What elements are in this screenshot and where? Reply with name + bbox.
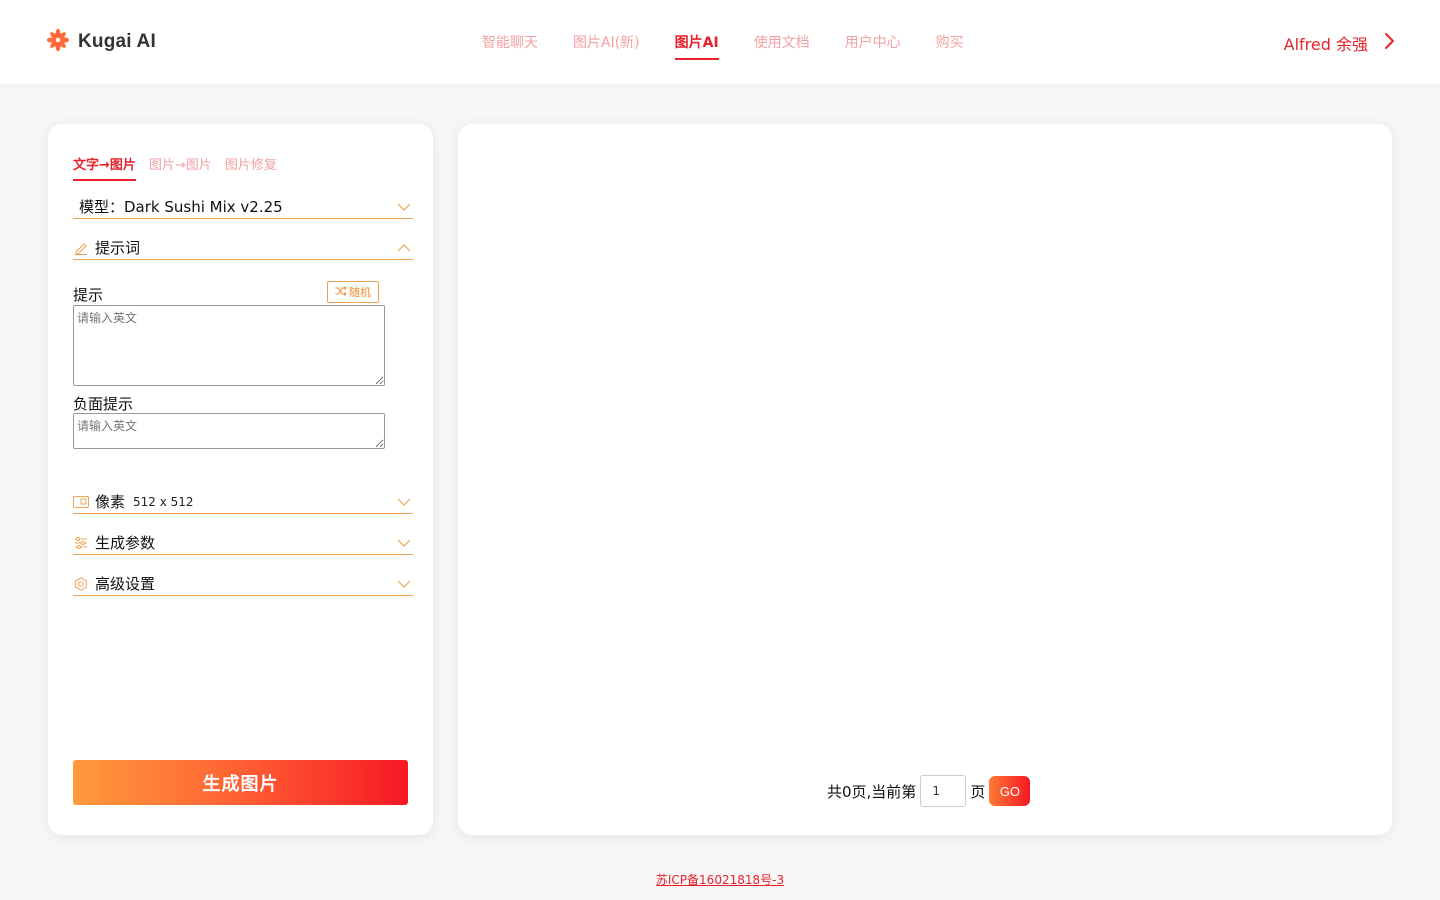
negative-prompt-input[interactable] [73,413,385,449]
prompt-input[interactable] [73,305,385,386]
nav-docs[interactable]: 使用文档 [754,32,810,58]
prompt-label: 提示 [73,286,104,304]
nav-buy[interactable]: 购买 [936,32,964,58]
logo-text: Kugai AI [78,31,156,52]
negative-prompt-label: 负面提示 [73,395,134,413]
nav-image-ai[interactable]: 图片AI [674,32,719,60]
pager-suffix: 页 [970,782,986,801]
random-button-label: 随机 [349,286,371,299]
pagination: 共0页,当前第 页 GO [827,775,1031,807]
user-name: Alfred 余强 [1283,35,1368,54]
gen-params-toggle[interactable]: 生成参数 [73,531,413,555]
chevron-up-icon [397,240,411,254]
image-results-panel: 共0页,当前第 页 GO [458,124,1392,835]
nav-chat[interactable]: 智能聊天 [482,32,538,58]
chevron-right-icon [1384,32,1396,54]
nav-user-center[interactable]: 用户中心 [845,32,901,58]
gen-params-label: 生成参数 [95,534,156,552]
pixel-label: 像素 [95,493,126,511]
pager-prefix: 共0页,当前第 [827,782,917,801]
logo-icon [46,28,70,56]
chevron-down-icon [397,576,411,590]
icp-link[interactable]: 苏ICP备16021818号-3 [0,871,1440,888]
pixel-size-select[interactable]: 像素 512 x 512 [73,490,413,514]
gear-icon [73,576,89,592]
image-size-icon [73,494,89,510]
generation-settings-panel: 文字→图片 图片→图片 图片修复 模型：Dark Sushi Mix v2.25… [48,124,433,835]
generate-image-button[interactable]: 生成图片 [73,760,408,805]
main-nav: 智能聊天 图片AI(新) 图片AI 使用文档 用户中心 购买 [482,32,964,60]
tab-text-to-image[interactable]: 文字→图片 [73,154,136,181]
pencil-icon [73,240,89,256]
top-header: Kugai AI 智能聊天 图片AI(新) 图片AI 使用文档 用户中心 购买 … [0,0,1440,84]
chevron-down-icon [397,199,411,213]
sliders-icon [73,535,89,551]
logo[interactable]: Kugai AI [46,28,156,56]
user-menu[interactable]: Alfred 余强 [1284,31,1396,55]
tab-image-to-image[interactable]: 图片→图片 [149,154,212,179]
mode-tabs: 文字→图片 图片→图片 图片修复 [73,154,277,181]
go-button[interactable]: GO [989,776,1031,806]
tab-image-repair[interactable]: 图片修复 [225,154,277,179]
model-label: 模型：Dark Sushi Mix v2.25 [79,198,283,216]
prompt-section-toggle[interactable]: 提示词 [73,236,413,260]
advanced-settings-toggle[interactable]: 高级设置 [73,572,413,596]
chevron-down-icon [397,494,411,508]
shuffle-icon [335,285,347,299]
advanced-label: 高级设置 [95,575,156,593]
random-prompt-button[interactable]: 随机 [327,281,379,303]
model-select[interactable]: 模型：Dark Sushi Mix v2.25 [73,195,413,219]
chevron-down-icon [397,535,411,549]
pixel-value: 512 x 512 [133,494,194,509]
nav-image-ai-new[interactable]: 图片AI(新) [573,32,640,58]
page-number-input[interactable] [920,775,967,807]
prompt-section-label: 提示词 [95,239,141,257]
